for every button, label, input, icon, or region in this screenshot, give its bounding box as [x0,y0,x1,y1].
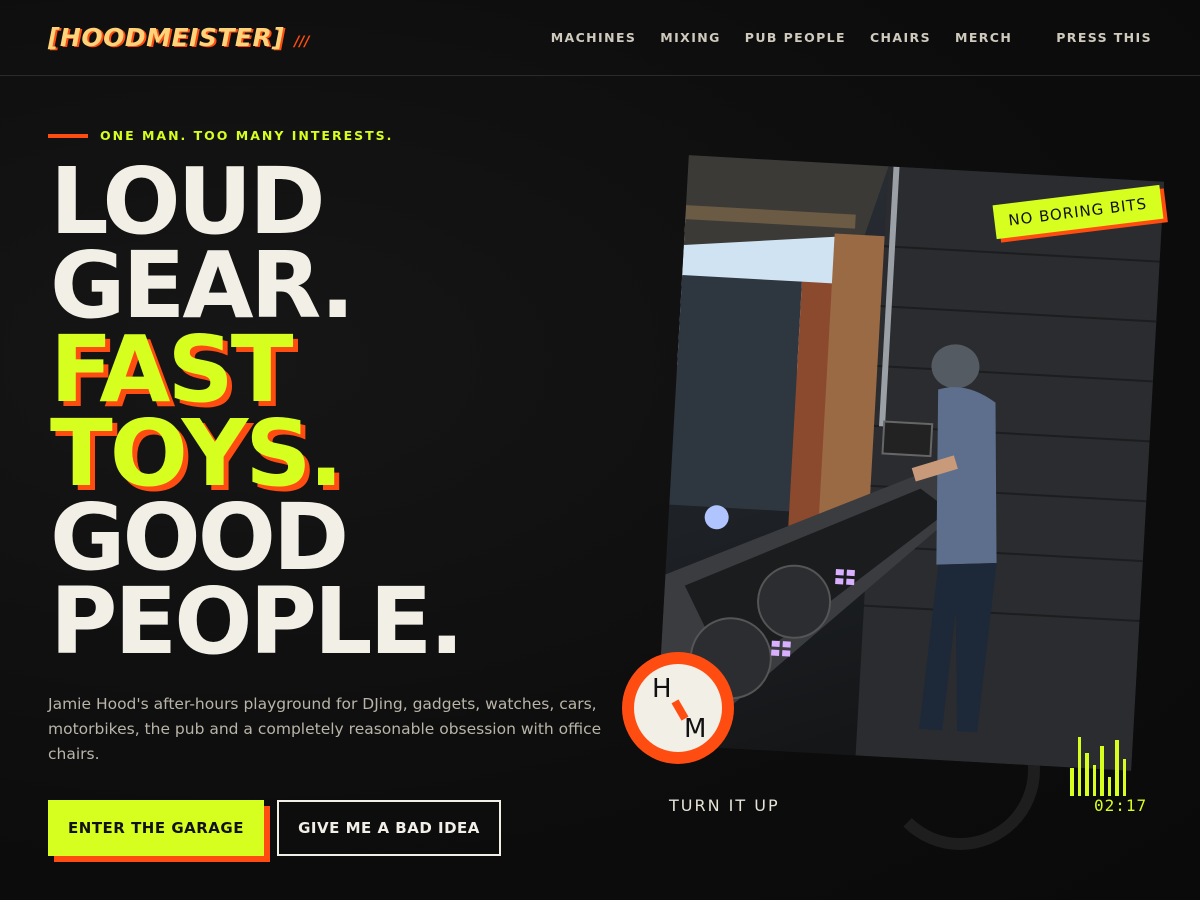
hm-monogram-disc[interactable]: H M [622,652,734,764]
site-header: [HOODMEISTER] /// MACHINES MIXING PUB PE… [0,0,1200,76]
dj-photo [655,155,1165,771]
eq-bar [1115,740,1119,796]
hero-blurb: Jamie Hood's after-hours playground for … [48,695,602,763]
headline-line-6: PEOPLE. [50,568,464,675]
enter-garage-button[interactable]: ENTER THE GARAGE [48,800,264,856]
monogram-h: H [652,674,672,704]
nav-link-chairs[interactable]: CHAIRS [870,30,931,45]
eq-bar [1077,737,1081,796]
eq-bar [1122,759,1126,796]
turn-it-up-button[interactable]: TURN IT UP [669,796,780,815]
eq-bar [1100,746,1104,796]
nav-link-merch[interactable]: MERCH [955,30,1012,45]
equalizer-visualizer [1070,734,1140,796]
main-nav: MACHINES MIXING PUB PEOPLE CHAIRS MERCH … [527,30,1152,45]
nav-link-press[interactable]: PRESS THIS [1056,30,1152,45]
nav-link-machines[interactable]: MACHINES [551,30,637,45]
nav-link-mixing[interactable]: MIXING [660,30,721,45]
eq-bar [1107,777,1111,796]
hero-kicker: ONE MAN. TOO MANY INTERESTS. [48,128,393,143]
track-timer: 02:17 [1094,796,1148,815]
logo-text: [HOODMEISTER] [48,23,285,52]
eq-bar [1092,765,1096,796]
nav-link-pub-people[interactable]: PUB PEOPLE [745,30,846,45]
hm-monogram: H M [634,664,722,752]
logo-slashes: /// [294,34,310,50]
eq-bar [1085,753,1089,796]
kicker-rule [48,133,88,138]
eq-bar [1070,768,1074,796]
monogram-m: M [684,714,707,744]
logo-link[interactable]: [HOODMEISTER] /// [48,23,310,52]
bad-idea-button[interactable]: GIVE ME A BAD IDEA [277,800,501,856]
hero-headline: LOUD GEAR. FAST TOYS. GOOD PEOPLE. [50,156,464,675]
kicker-text: ONE MAN. TOO MANY INTERESTS. [100,128,394,143]
dj-photo-illustration [657,155,1165,771]
